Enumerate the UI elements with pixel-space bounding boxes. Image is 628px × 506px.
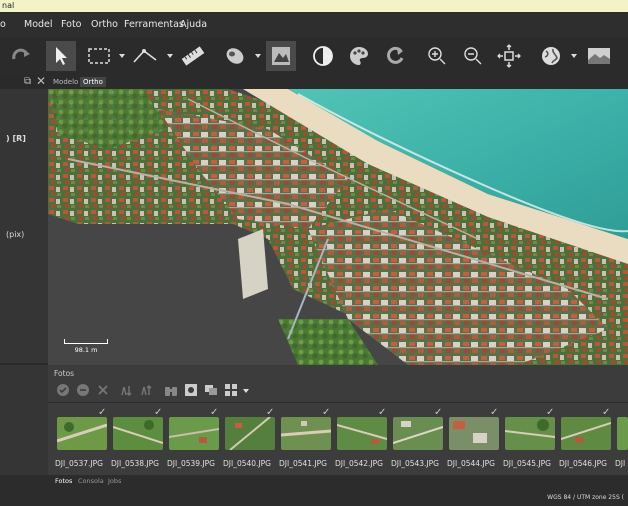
close-panel-icon[interactable]: ✕ [36, 74, 46, 88]
tab-consola[interactable]: Consola [78, 477, 104, 485]
window-title: nal [0, 0, 628, 12]
photo-thumbnail-strip: ✓ ✓ ✓ ✓ ✓ ✓ ✓ ✓ ✓ ✓ DJI_0537.JPG DJI_053… [48, 403, 628, 475]
fotos-panel: Fotos ✓ ✓ ✓ ✓ ✓ ✓ ✓ ✓ ✓ ✓ DJI_0537.JPG D… [48, 365, 628, 475]
photo-filename: DJI_0541.JPG [279, 459, 327, 468]
photo-filename: DJI_0543.JPG [391, 459, 439, 468]
check-icon: ✓ [154, 407, 163, 418]
rect-select-dropdown-icon[interactable] [119, 54, 125, 58]
zoom-out-icon[interactable] [458, 41, 488, 71]
check-icon: ✓ [210, 407, 219, 418]
photo-thumbnail[interactable] [281, 417, 331, 450]
sort-desc-icon[interactable] [140, 383, 154, 397]
menu-item-file[interactable]: o [0, 19, 6, 30]
menu-item-ortho[interactable]: Ortho [91, 19, 118, 30]
photo-filename: DJI_0538.JPG [111, 459, 159, 468]
check-circle-icon[interactable] [56, 383, 70, 397]
status-bar: WGS 84 / UTM zone 25S ( [0, 489, 628, 506]
restore-panel-icon[interactable]: ⧉ [24, 76, 31, 87]
check-icon: ✓ [546, 407, 555, 418]
refresh-icon[interactable] [380, 41, 410, 71]
photo-thumbnail[interactable] [113, 417, 163, 450]
tab-jobs[interactable]: Jobs [108, 477, 121, 485]
panel-text-2: (pix) [6, 230, 25, 239]
menu-item-ajuda[interactable]: Ajuda [180, 19, 207, 30]
check-icon: ✓ [602, 407, 611, 418]
basemap-icon[interactable] [584, 41, 614, 71]
photo-filename: DJI_0540.JPG [223, 459, 271, 468]
scale-bar-label: 98.1 m [74, 346, 98, 354]
check-icon: ✓ [266, 407, 275, 418]
photo-filename: DJI_0545.JPG [503, 459, 551, 468]
polyline-tool-icon[interactable] [130, 41, 160, 71]
redo-icon[interactable] [6, 41, 36, 71]
menu-item-ferramentas[interactable]: Ferramentas [124, 19, 184, 30]
menu-item-foto[interactable]: Foto [61, 19, 81, 30]
palette-icon[interactable] [344, 41, 374, 71]
orthomosaic-image [48, 89, 628, 365]
fotos-toolbar [48, 381, 628, 401]
globe-dropdown-icon[interactable] [571, 54, 577, 58]
check-icon: ✓ [434, 407, 443, 418]
fotos-panel-title: Fotos [54, 369, 75, 378]
zoom-in-icon[interactable] [422, 41, 452, 71]
remove-icon[interactable] [96, 383, 110, 397]
sort-asc-icon[interactable] [120, 383, 134, 397]
ortho-viewport[interactable]: 98.1 m [48, 89, 628, 365]
tab-fotos[interactable]: Fotos [55, 477, 72, 485]
globe-icon[interactable] [536, 41, 566, 71]
contrast-icon[interactable] [308, 41, 338, 71]
left-panel-header: ⧉ ✕ [0, 74, 48, 89]
tab-modelo[interactable]: Modelo [50, 77, 81, 87]
binoculars-icon[interactable] [164, 383, 178, 397]
photo-thumbnail[interactable] [57, 417, 107, 450]
fit-extent-icon[interactable] [494, 41, 524, 71]
panel-divider [0, 363, 48, 365]
photo-filename: DJI_0546.JPG [559, 459, 607, 468]
grid-view-icon[interactable] [224, 383, 238, 397]
panel-text-1: ) [R] [6, 134, 26, 143]
scale-bar: 98.1 m [64, 339, 108, 354]
tab-ortho[interactable]: Ortho [80, 77, 106, 87]
mask-photo-icon[interactable] [184, 383, 198, 397]
menu-item-model[interactable]: Model [24, 19, 53, 30]
photo-filename: DJI_0544.JPG [447, 459, 495, 468]
photo-thumbnail[interactable] [449, 417, 499, 450]
photo-thumbnail[interactable] [617, 417, 628, 450]
rect-select-icon[interactable] [84, 41, 114, 71]
check-icon: ✓ [322, 407, 331, 418]
crs-status: WGS 84 / UTM zone 25S ( [547, 494, 624, 501]
photo-filename: DJI_0542.JPG [335, 459, 383, 468]
photo-thumbnail[interactable] [169, 417, 219, 450]
photo-filename: DJI [615, 459, 626, 468]
select-pointer-icon[interactable] [46, 41, 76, 71]
orthophoto-view-icon[interactable] [266, 41, 296, 71]
view-tabs: Modelo Ortho [48, 75, 628, 89]
brush-dropdown-icon[interactable] [255, 54, 261, 58]
check-icon: ✓ [98, 407, 107, 418]
check-icon: ✓ [378, 407, 387, 418]
view-mode-dropdown-icon[interactable] [243, 389, 249, 393]
photo-thumbnail[interactable] [393, 417, 443, 450]
scale-bar-line [64, 339, 108, 344]
bottom-tabs: Fotos Consola Jobs [0, 475, 628, 489]
minus-circle-icon[interactable] [76, 383, 90, 397]
photo-filename: DJI_0537.JPG [55, 459, 103, 468]
photo-thumbnail[interactable] [337, 417, 387, 450]
photo-thumbnail[interactable] [505, 417, 555, 450]
check-icon: ✓ [490, 407, 499, 418]
ruler-icon[interactable] [178, 41, 208, 71]
duplicate-photo-icon[interactable] [204, 383, 218, 397]
photo-thumbnail[interactable] [561, 417, 611, 450]
toolbar [0, 37, 628, 75]
photo-filename: DJI_0539.JPG [167, 459, 215, 468]
left-panel: ⧉ ✕ ) [R] (pix) [0, 74, 48, 475]
menu-bar: o Model Foto Ortho Ferramentas Ajuda [0, 12, 628, 37]
photo-thumbnail[interactable] [225, 417, 275, 450]
polyline-dropdown-icon[interactable] [167, 54, 173, 58]
brush-mask-icon[interactable] [220, 41, 250, 71]
